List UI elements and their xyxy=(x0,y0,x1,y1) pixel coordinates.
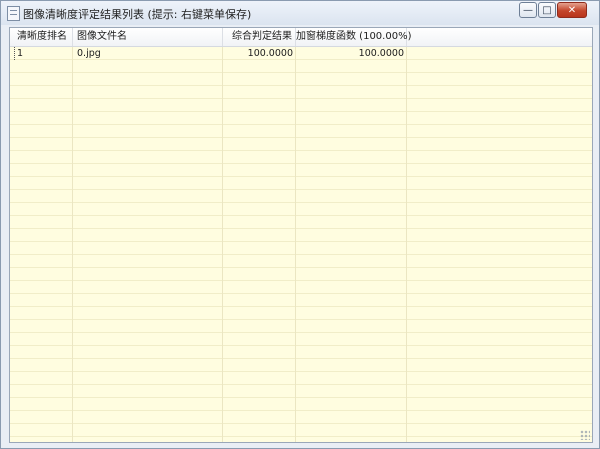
row-filename: 0.jpg xyxy=(77,48,101,59)
list-window-icon xyxy=(7,6,20,21)
title-bar[interactable]: 图像清晰度评定结果列表 (提示: 右键菜单保存) — □ ✕ xyxy=(1,1,599,25)
table-row[interactable]: 1 0.jpg 100.0000 100.0000 xyxy=(10,47,592,60)
column-divider xyxy=(295,47,296,442)
maximize-icon: □ xyxy=(542,5,552,16)
column-header-rank[interactable]: 清晰度排名 xyxy=(10,28,73,46)
close-icon: ✕ xyxy=(567,5,577,16)
column-header-result[interactable]: 综合判定结果 xyxy=(223,28,296,46)
list-header: 清晰度排名 图像文件名 综合判定结果 加窗梯度函数 (100.00%) xyxy=(10,28,592,47)
row-result: 100.0000 xyxy=(247,48,293,59)
column-header-gradient[interactable]: 加窗梯度函数 (100.00%) xyxy=(296,28,411,46)
minimize-button[interactable]: — xyxy=(519,2,537,18)
column-divider xyxy=(72,47,73,442)
row-rank: 1 xyxy=(17,48,24,59)
close-button[interactable]: ✕ xyxy=(557,2,587,18)
row-gradient: 100.0000 xyxy=(358,48,404,59)
result-list-window: 图像清晰度评定结果列表 (提示: 右键菜单保存) — □ ✕ 清晰度排名 图像文… xyxy=(0,0,600,449)
column-divider xyxy=(222,47,223,442)
column-divider xyxy=(406,47,407,442)
resize-grip[interactable] xyxy=(580,430,590,440)
maximize-button[interactable]: □ xyxy=(538,2,556,18)
minimize-icon: — xyxy=(523,5,533,16)
result-list-view[interactable]: 清晰度排名 图像文件名 综合判定结果 加窗梯度函数 (100.00%) 1 0.… xyxy=(9,27,593,443)
window-title: 图像清晰度评定结果列表 (提示: 右键菜单保存) xyxy=(23,8,252,21)
list-body[interactable]: 1 0.jpg 100.0000 100.0000 xyxy=(10,47,592,442)
column-header-filename[interactable]: 图像文件名 xyxy=(73,28,223,46)
row-focus-marker xyxy=(14,47,16,60)
